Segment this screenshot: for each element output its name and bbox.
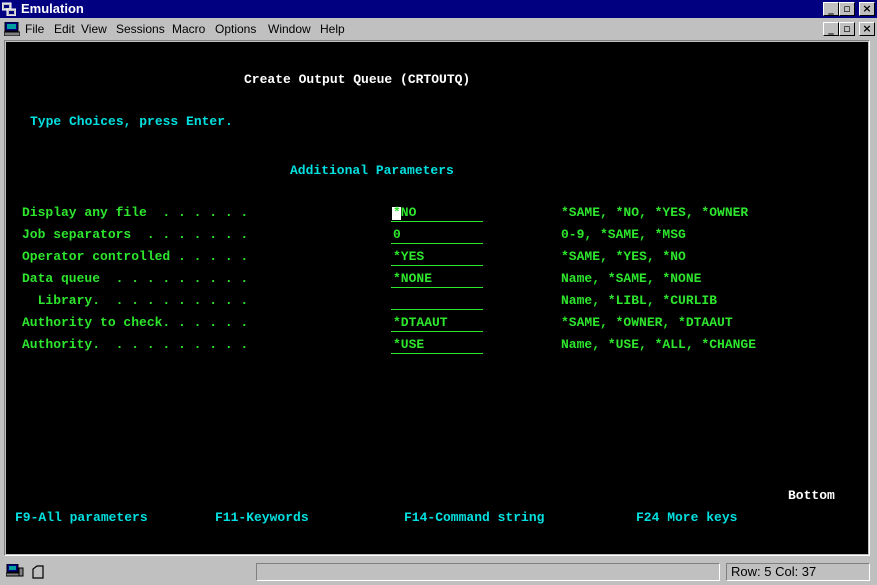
library-field[interactable]	[391, 293, 483, 310]
field-value: 0	[393, 227, 401, 242]
title-bar: Emulation _ ▫ ×	[0, 0, 877, 18]
document-icon	[32, 565, 44, 579]
session-icon[interactable]	[4, 22, 20, 36]
param-label: Job separators . . . . . . .	[22, 227, 249, 242]
menu-options[interactable]: Options	[215, 22, 256, 36]
status-message-panel	[256, 563, 720, 581]
fkey-f14[interactable]: F14-Command string	[404, 510, 544, 526]
param-label: Authority. . . . . . . . . .	[22, 337, 249, 352]
session-minimize-button[interactable]: _	[823, 22, 839, 36]
menu-file[interactable]: File	[25, 22, 44, 36]
section-title: Additional Parameters	[290, 163, 454, 178]
param-label: Display any file . . . . . .	[22, 205, 249, 220]
param-choices: Name, *USE, *ALL, *CHANGE	[561, 337, 757, 352]
maximize-button[interactable]: ▫	[839, 2, 855, 16]
fkey-f24[interactable]: F24 More keys	[636, 510, 737, 526]
param-choices: Name, *SAME, *NONE	[561, 271, 702, 286]
param-label: Library. . . . . . . . . .	[22, 293, 249, 308]
terminal-screen[interactable]: Create Output Queue (CRTOUTQ) Type Choic…	[6, 42, 868, 554]
session-close-button[interactable]: ×	[859, 22, 875, 36]
field-value: *NO	[393, 205, 417, 220]
close-button[interactable]: ×	[859, 2, 875, 16]
status-bar: Row: 5 Col: 37	[0, 559, 877, 585]
menu-view[interactable]: View	[81, 22, 107, 36]
instruction-text: Type Choices, press Enter.	[30, 114, 233, 129]
window-title: Emulation	[21, 1, 84, 16]
field-value: *NONE	[393, 271, 433, 286]
operator-controlled-field[interactable]: *YES	[391, 249, 483, 266]
menu-help[interactable]: Help	[320, 22, 345, 36]
menu-macro[interactable]: Macro	[172, 22, 205, 36]
menu-bar: File Edit View Sessions Macro Options Wi…	[0, 19, 877, 39]
bottom-indicator: Bottom	[788, 488, 835, 503]
authority-field[interactable]: *USE	[391, 337, 483, 354]
param-choices: *SAME, *YES, *NO	[561, 249, 686, 264]
param-choices: Name, *LIBL, *CURLIB	[561, 293, 718, 308]
menu-sessions[interactable]: Sessions	[116, 22, 165, 36]
param-choices: *SAME, *OWNER, *DTAAUT	[561, 315, 733, 330]
data-queue-field[interactable]: *NONE	[391, 271, 483, 288]
job-separators-field[interactable]: 0	[391, 227, 483, 244]
authority-to-check-field[interactable]: *DTAAUT	[391, 315, 483, 332]
field-value: *USE	[393, 337, 425, 352]
session-restore-button[interactable]: ▫	[839, 22, 855, 36]
param-choices: *SAME, *NO, *YES, *OWNER	[561, 205, 749, 220]
field-value: *DTAAUT	[393, 315, 448, 330]
connection-icon	[6, 564, 24, 577]
display-any-file-field[interactable]: *NO	[391, 205, 483, 222]
menu-edit[interactable]: Edit	[54, 22, 75, 36]
param-choices: 0-9, *SAME, *MSG	[561, 227, 686, 242]
screen-heading: Create Output Queue (CRTOUTQ)	[244, 72, 471, 87]
fkey-f11[interactable]: F11-Keywords	[215, 510, 309, 526]
emulator-app-icon	[2, 2, 16, 16]
field-value: *YES	[393, 249, 425, 264]
fkey-f9[interactable]: F9-All parameters	[15, 510, 148, 526]
menu-window[interactable]: Window	[268, 22, 311, 36]
minimize-button[interactable]: _	[823, 2, 839, 16]
cursor-position: Row: 5 Col: 37	[726, 563, 870, 581]
param-label: Authority to check. . . . . .	[22, 315, 249, 330]
param-label: Data queue . . . . . . . . .	[22, 271, 249, 286]
param-label: Operator controlled . . . . .	[22, 249, 249, 264]
